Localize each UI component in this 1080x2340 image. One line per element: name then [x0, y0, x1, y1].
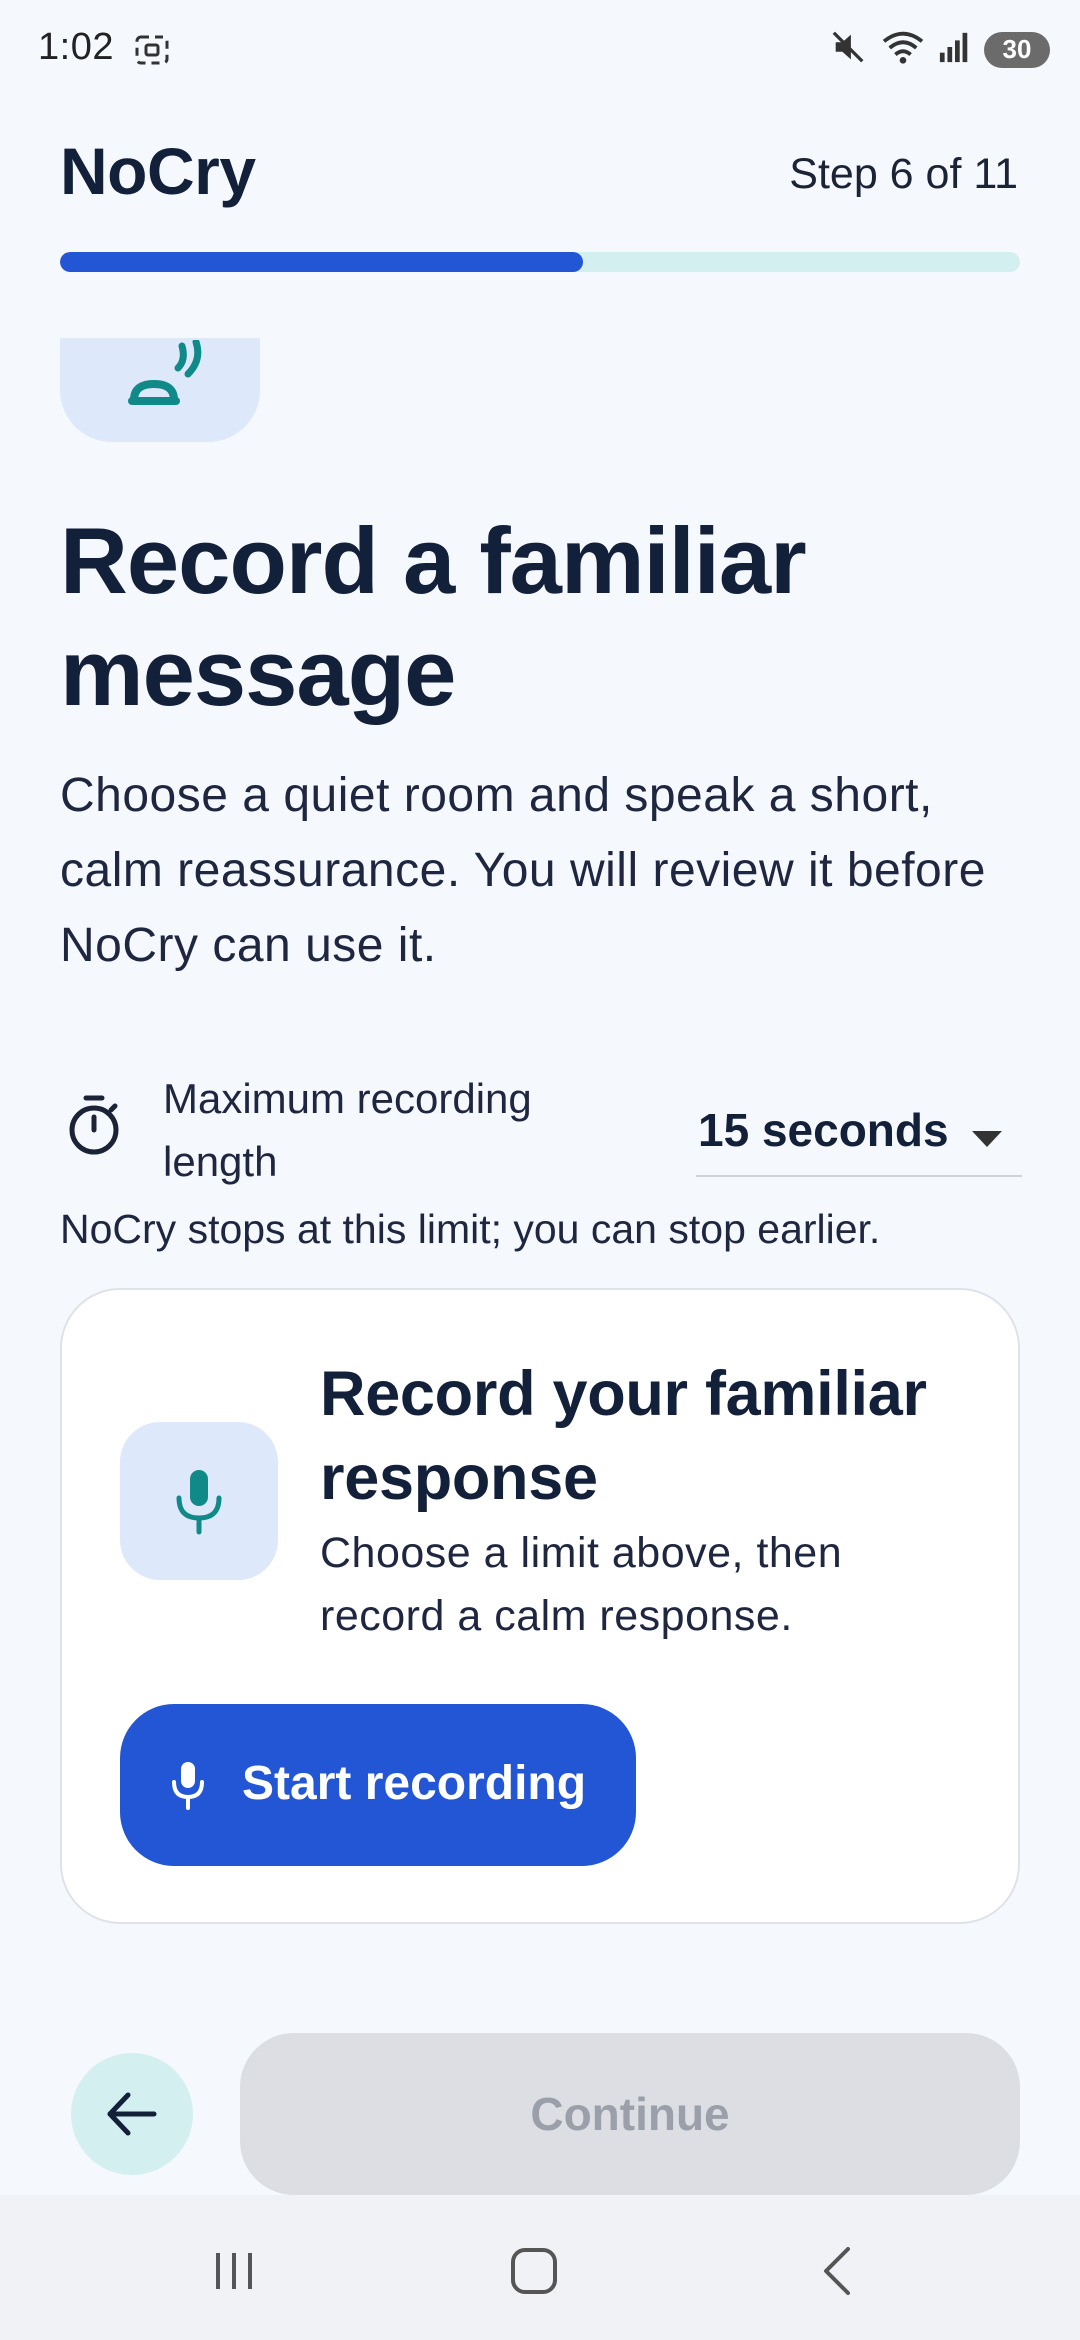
continue-button[interactable]: Continue — [240, 2033, 1020, 2195]
progress-fill — [60, 252, 584, 272]
home-icon[interactable] — [494, 2231, 574, 2311]
back-button[interactable] — [71, 2053, 193, 2175]
max-length-row: Maximum recording length 15 seconds — [60, 1065, 1022, 1195]
person-speaking-icon — [128, 340, 202, 405]
mic-tile — [120, 1422, 278, 1580]
arrow-left-icon — [107, 2092, 157, 2136]
caret-down-icon — [972, 1131, 1002, 1147]
onboarding-screen: 1:02 30 NoCry Step 6 of 11 Record a fami… — [0, 0, 1080, 2340]
max-length-dropdown[interactable]: 15 seconds — [696, 1085, 1022, 1177]
max-length-help: NoCry stops at this limit; you can stop … — [60, 1206, 881, 1252]
mic-icon — [176, 1470, 222, 1535]
step-indicator: Step 6 of 11 — [789, 150, 1018, 198]
system-nav-bar — [0, 2195, 1080, 2340]
start-recording-label: Start recording — [242, 1757, 587, 1810]
battery-icon: 30 — [984, 31, 1050, 68]
back-icon[interactable] — [800, 2231, 880, 2311]
page-description: Choose a quiet room and speak a short, c… — [60, 769, 986, 972]
page-title: Record a familiar message — [60, 508, 807, 725]
record-card-description: Choose a limit above, then record a calm… — [320, 1529, 843, 1640]
record-card-title: Record your familiar response — [320, 1359, 927, 1513]
max-length-label: Maximum recording length — [163, 1075, 532, 1185]
hero-icon-tile — [60, 338, 260, 442]
start-recording-button[interactable]: Start recording — [120, 1704, 636, 1866]
continue-label: Continue — [530, 2088, 730, 2140]
mute-icon — [830, 28, 868, 71]
status-bar: 1:02 30 — [0, 0, 1080, 100]
record-card: Record your familiar response Choose a l… — [60, 1288, 1020, 1924]
status-time: 1:02 — [38, 26, 114, 68]
wifi-icon — [880, 28, 926, 71]
screenshot-icon — [132, 30, 172, 70]
status-icons: 30 — [830, 28, 1050, 71]
timer-icon — [64, 1093, 124, 1157]
recents-icon[interactable] — [194, 2231, 274, 2311]
mic-icon — [172, 1762, 204, 1810]
progress-bar — [60, 252, 1020, 272]
app-title: NoCry — [60, 134, 256, 208]
max-length-value: 15 seconds — [698, 1104, 949, 1156]
signal-icon — [938, 30, 972, 69]
